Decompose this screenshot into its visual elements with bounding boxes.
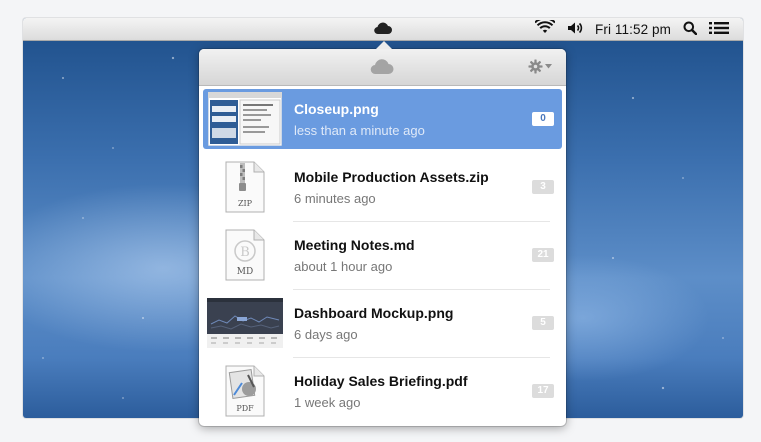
pdf-file-icon: PDF	[207, 363, 283, 419]
file-name: Mobile Production Assets.zip	[294, 169, 489, 185]
view-count-badge: 5	[532, 316, 554, 330]
view-count-badge: 17	[532, 384, 554, 398]
svg-text:PDF: PDF	[236, 404, 254, 413]
file-timestamp: about 1 hour ago	[294, 259, 393, 274]
view-count-badge: 0	[532, 112, 554, 126]
file-row[interactable]: Dashboard Mockup.png 6 days ago 5	[203, 289, 562, 353]
gear-icon	[528, 59, 543, 74]
view-count-badge: 3	[532, 180, 554, 194]
dashboard-thumbnail	[207, 295, 283, 351]
menu-bar: Fri 11:52 pm	[23, 18, 743, 41]
recent-files-popover: Closeup.png less than a minute ago 0 ZIP	[199, 41, 566, 426]
popover-header	[199, 49, 566, 86]
list-icon[interactable]	[709, 21, 729, 38]
chevron-down-icon	[545, 64, 552, 69]
zip-file-icon: ZIP	[207, 159, 283, 215]
screenshot-thumbnail	[207, 91, 283, 147]
file-row[interactable]: PDF Holiday Sales Briefing.pdf 1 week ag…	[203, 357, 562, 421]
search-icon[interactable]	[683, 21, 698, 38]
file-timestamp: less than a minute ago	[294, 123, 425, 138]
file-row[interactable]: Closeup.png less than a minute ago 0	[203, 89, 562, 149]
wifi-icon[interactable]	[534, 18, 556, 38]
menu-clock[interactable]: Fri 11:52 pm	[595, 22, 671, 37]
cloud-icon[interactable]	[373, 21, 393, 38]
svg-text:MD: MD	[237, 267, 253, 277]
settings-menu-button[interactable]	[528, 59, 552, 74]
volume-icon[interactable]	[567, 21, 583, 38]
file-timestamp: 1 week ago	[294, 395, 361, 410]
file-name: Dashboard Mockup.png	[294, 305, 454, 321]
file-row[interactable]: B MD Meeting Notes.md about 1 hour ago 2…	[203, 221, 562, 285]
file-timestamp: 6 minutes ago	[294, 191, 376, 206]
file-list: Closeup.png less than a minute ago 0 ZIP	[199, 86, 566, 421]
file-name: Closeup.png	[294, 101, 379, 117]
svg-text:B: B	[240, 245, 250, 260]
file-row[interactable]: ZIP Mobile Production Assets.zip 6 minut…	[203, 157, 562, 217]
cloud-icon	[369, 57, 395, 80]
file-name: Holiday Sales Briefing.pdf	[294, 373, 468, 389]
file-name: Meeting Notes.md	[294, 237, 415, 253]
svg-text:ZIP: ZIP	[238, 199, 253, 208]
view-count-badge: 21	[532, 248, 554, 262]
markdown-file-icon: B MD	[207, 227, 283, 283]
file-timestamp: 6 days ago	[294, 327, 358, 342]
